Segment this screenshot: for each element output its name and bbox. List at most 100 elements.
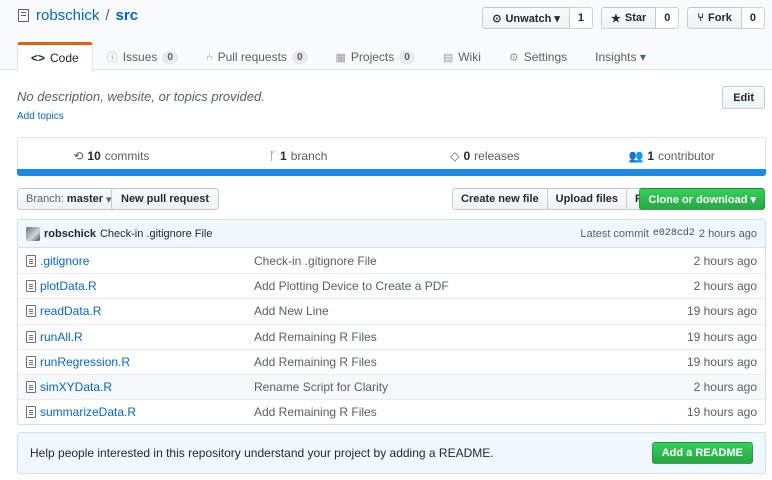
star-button[interactable]: ★ Star — [601, 7, 657, 29]
table-row: runRegression.R Add Remaining R Files 19… — [18, 348, 765, 374]
watch-label: Unwatch ▾ — [505, 12, 560, 25]
create-new-file-button[interactable]: Create new file — [452, 188, 548, 210]
file-link[interactable]: simXYData.R — [40, 380, 112, 394]
watch-group: ⊙ Unwatch ▾ 1 — [482, 7, 594, 29]
file-icon — [26, 305, 36, 318]
project-icon: ▦ — [335, 51, 346, 64]
tab-label: Projects — [350, 50, 395, 64]
contributor-label: contributor — [658, 149, 715, 163]
file-icon — [26, 381, 36, 394]
tab-label: Settings — [523, 50, 568, 64]
fork-group: ⑂ Fork 0 — [687, 7, 765, 29]
file-icon — [26, 280, 36, 293]
tag-icon: ◇ — [450, 149, 460, 163]
commit-sha-link[interactable]: e028cd2 — [653, 228, 695, 239]
file-commit-message[interactable]: Check-in .gitignore File — [254, 254, 694, 268]
latest-commit-prefix: Latest commit — [580, 227, 649, 240]
repo-tabs: <> Code ⓘ Issues 0 ⑃ Pull requests 0 ▦ P… — [17, 42, 660, 71]
pull-requests-counter: 0 — [291, 50, 308, 64]
file-name-cell: simXYData.R — [26, 380, 254, 394]
branch-select-button[interactable]: Branch: master ▾ — [17, 188, 121, 210]
file-link[interactable]: .gitignore — [40, 254, 89, 268]
add-topics-link[interactable]: Add topics — [17, 111, 64, 122]
tab-label: Wiki — [458, 50, 481, 64]
file-age: 2 hours ago — [693, 380, 757, 395]
file-name-cell: runRegression.R — [26, 355, 254, 369]
file-icon — [26, 330, 36, 343]
file-age: 19 hours ago — [686, 405, 757, 420]
file-age: 19 hours ago — [686, 304, 757, 319]
fork-icon: ⑂ — [697, 12, 705, 24]
file-commit-message[interactable]: Add New Line — [254, 304, 687, 318]
tab-code[interactable]: <> Code — [17, 42, 93, 71]
file-name-cell: .gitignore — [26, 254, 254, 268]
branch-label: branch — [290, 149, 328, 163]
file-icon — [26, 355, 36, 368]
readme-prompt: Help people interested in this repositor… — [17, 432, 766, 474]
table-row: simXYData.R Rename Script for Clarity 2 … — [18, 373, 765, 400]
tab-pull-requests[interactable]: ⑃ Pull requests 0 — [192, 42, 322, 71]
file-link[interactable]: summarizeData.R — [40, 405, 136, 419]
fork-button[interactable]: ⑂ Fork — [687, 7, 742, 29]
branch-prefix: Branch: — [26, 193, 64, 205]
repo-separator: / — [105, 7, 110, 24]
commits-count: 10 — [87, 149, 101, 163]
tab-issues[interactable]: ⓘ Issues 0 — [93, 42, 192, 71]
file-link[interactable]: plotData.R — [40, 279, 97, 293]
file-commit-message[interactable]: Add Plotting Device to Create a PDF — [254, 279, 694, 293]
files-table: .gitignore Check-in .gitignore File 2 ho… — [17, 248, 766, 426]
clone-download-button[interactable]: Clone or download ▾ — [639, 188, 765, 210]
tab-label: Issues — [122, 50, 158, 64]
table-row: readData.R Add New Line 19 hours ago — [18, 298, 765, 323]
file-age: 2 hours ago — [693, 279, 757, 294]
repo-name-link[interactable]: src — [116, 7, 139, 24]
watch-count[interactable]: 1 — [569, 7, 594, 29]
tab-label: Pull requests — [217, 50, 287, 64]
repo-owner-link[interactable]: robschick — [36, 7, 99, 24]
file-link[interactable]: readData.R — [40, 304, 101, 318]
commit-tease: robschick Check-in .gitignore File Lates… — [17, 219, 766, 248]
latest-commit-info: Latest commit e028cd2 2 hours ago — [580, 228, 757, 240]
file-icon — [26, 254, 36, 267]
issue-icon: ⓘ — [106, 52, 118, 64]
language-bar[interactable] — [17, 169, 766, 176]
file-commit-message[interactable]: Add Remaining R Files — [254, 405, 687, 419]
people-icon: 👥 — [628, 149, 644, 163]
file-age: 19 hours ago — [686, 329, 757, 344]
table-row: runAll.R Add Remaining R Files 19 hours … — [18, 323, 765, 349]
branch-count: 1 — [280, 149, 287, 163]
watch-button[interactable]: ⊙ Unwatch ▾ — [482, 7, 570, 29]
star-count[interactable]: 0 — [656, 7, 680, 29]
tab-settings[interactable]: ⚙ Settings — [495, 42, 581, 71]
tab-insights[interactable]: Insights ▾ — [581, 42, 660, 71]
commit-message-link[interactable]: Check-in .gitignore File — [100, 228, 213, 240]
file-age: 19 hours ago — [686, 354, 757, 369]
tab-wiki[interactable]: ▤ Wiki — [429, 42, 495, 71]
tab-projects[interactable]: ▦ Projects 0 — [322, 42, 429, 71]
branch-name: master — [66, 193, 103, 205]
tab-label: Code — [50, 51, 79, 65]
file-age: 2 hours ago — [693, 253, 757, 268]
avatar[interactable] — [26, 226, 40, 241]
new-pull-request-button[interactable]: New pull request — [111, 188, 220, 210]
file-commit-message[interactable]: Add Remaining R Files — [254, 355, 687, 369]
fork-label: Fork — [708, 12, 732, 24]
edit-button[interactable]: Edit — [722, 86, 765, 109]
history-icon: ⟲ — [73, 149, 84, 163]
file-name-cell: readData.R — [26, 304, 254, 318]
file-commit-message[interactable]: Add Remaining R Files — [254, 330, 687, 344]
file-commit-message[interactable]: Rename Script for Clarity — [254, 380, 694, 394]
issues-counter: 0 — [162, 50, 178, 64]
releases-count: 0 — [463, 149, 471, 163]
pagehead-actions: ⊙ Unwatch ▾ 1 ★ Star 0 ⑂ Fork 0 — [482, 7, 765, 29]
file-link[interactable]: runAll.R — [40, 330, 83, 344]
file-link[interactable]: runRegression.R — [40, 355, 130, 369]
repo-description: No description, website, or topics provi… — [17, 89, 265, 104]
upload-files-button[interactable]: Upload files — [546, 188, 627, 210]
file-name-cell: runAll.R — [26, 330, 254, 344]
pull-request-icon: ⑃ — [205, 51, 213, 63]
fork-count[interactable]: 0 — [741, 7, 765, 29]
projects-counter: 0 — [399, 50, 415, 64]
commit-author-link[interactable]: robschick — [44, 228, 96, 240]
add-readme-button[interactable]: Add a README — [651, 442, 753, 464]
